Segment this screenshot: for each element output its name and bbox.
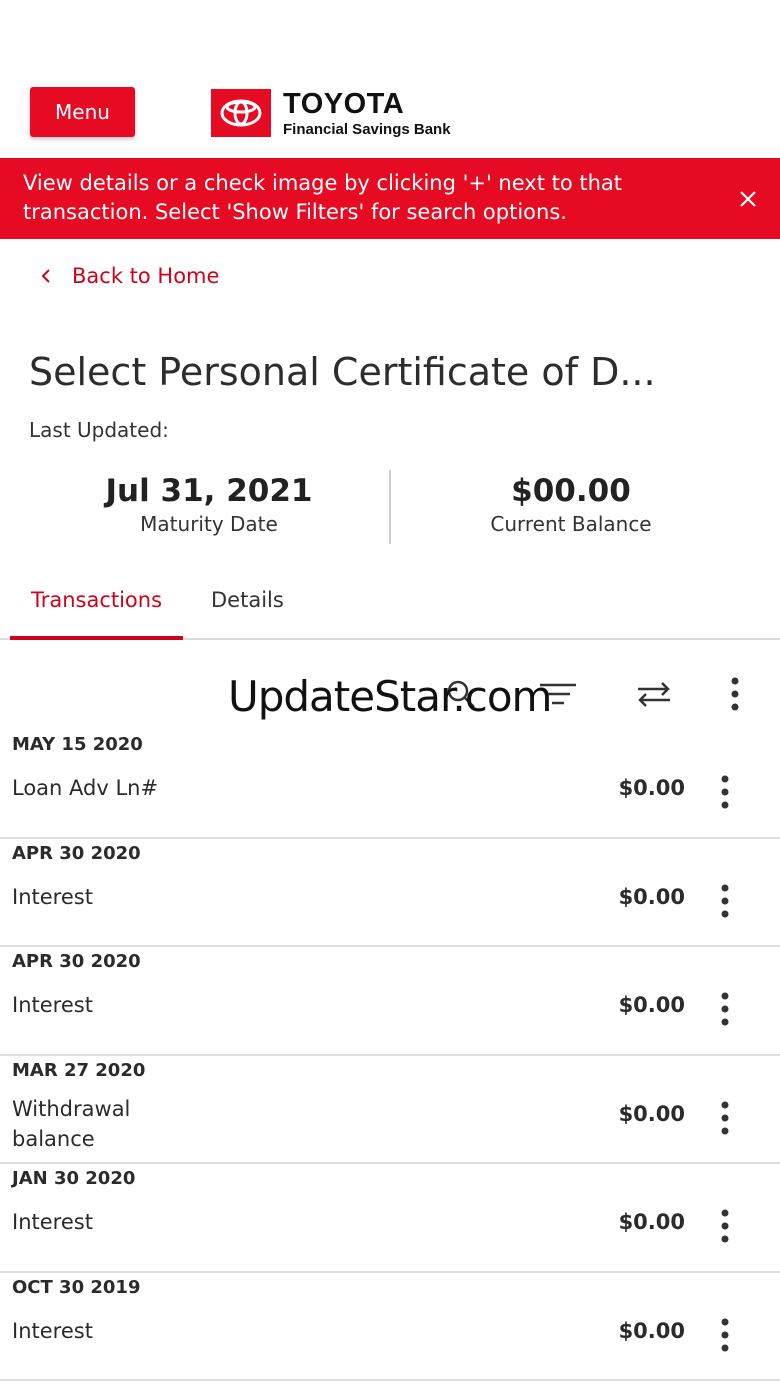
table-row[interactable]: MAR 27 2020 Withdrawal balance $0.00 <box>0 1056 780 1164</box>
current-balance-stat: $00.00 Current Balance <box>391 472 751 536</box>
transaction-description: Interest <box>12 1318 93 1343</box>
logo-brand-text: TOYOTA <box>283 87 405 120</box>
page-title: Select Personal Certificate of D... <box>29 350 656 394</box>
filter-icon[interactable] <box>538 674 578 714</box>
toyota-emblem-icon <box>211 89 271 137</box>
more-vertical-icon[interactable] <box>713 774 737 810</box>
maturity-date-value: Jul 31, 2021 <box>105 473 313 509</box>
table-row[interactable]: MAY 15 2020 Loan Adv Ln# $0.00 <box>0 730 780 839</box>
more-vertical-icon[interactable] <box>713 1208 737 1244</box>
transaction-date: JAN 30 2020 <box>12 1168 136 1189</box>
table-row[interactable]: JAN 30 2020 Interest $0.00 <box>0 1164 780 1273</box>
transactions-list: MAY 15 2020 Loan Adv Ln# $0.00 APR 30 20… <box>0 730 780 1381</box>
maturity-date-stat: Jul 31, 2021 Maturity Date <box>29 472 389 536</box>
transaction-amount: $0.00 <box>618 1318 685 1343</box>
more-vertical-icon[interactable] <box>713 1317 737 1353</box>
transfer-icon[interactable] <box>634 674 674 714</box>
tab-details[interactable]: Details <box>211 588 284 640</box>
maturity-date-label: Maturity Date <box>140 512 278 536</box>
tab-bar: Transactions Details <box>0 580 780 640</box>
transaction-amount: $0.00 <box>618 884 685 909</box>
more-vertical-icon[interactable] <box>715 674 755 714</box>
close-icon[interactable] <box>738 188 758 208</box>
transactions-toolbar <box>0 660 780 726</box>
transaction-amount: $0.00 <box>618 1101 685 1126</box>
more-vertical-icon[interactable] <box>713 883 737 919</box>
tab-transactions[interactable]: Transactions <box>10 588 183 640</box>
transaction-description: Interest <box>12 993 93 1017</box>
transaction-date: MAY 15 2020 <box>12 734 143 755</box>
transaction-date: MAR 27 2020 <box>12 1059 146 1081</box>
transaction-date: APR 30 2020 <box>12 842 141 864</box>
transaction-amount: $0.00 <box>618 1210 685 1234</box>
menu-button[interactable]: Menu <box>30 87 135 137</box>
transaction-description: Interest <box>12 1210 93 1234</box>
search-icon[interactable] <box>441 674 481 714</box>
transaction-description: Loan Adv Ln# <box>12 776 159 800</box>
info-banner: View details or a check image by clickin… <box>0 158 780 239</box>
bank-logo: TOYOTA Financial Savings Bank <box>211 88 451 138</box>
table-row[interactable]: APR 30 2020 Interest $0.00 <box>0 839 780 947</box>
more-vertical-icon[interactable] <box>713 1100 737 1136</box>
current-balance-label: Current Balance <box>490 512 652 536</box>
logo-subtitle: Financial Savings Bank <box>283 120 451 138</box>
more-vertical-icon[interactable] <box>713 991 737 1027</box>
back-to-home-link[interactable]: Back to Home <box>38 262 219 290</box>
app-header: Menu TOYOTA Financial Savings Bank <box>0 0 780 158</box>
transaction-date: OCT 30 2019 <box>12 1276 141 1298</box>
transaction-description: Withdrawal balance <box>12 1096 131 1151</box>
banner-message: View details or a check image by clickin… <box>23 171 623 224</box>
transaction-amount: $0.00 <box>618 993 685 1017</box>
current-balance-value: $00.00 <box>511 473 631 509</box>
transaction-date: APR 30 2020 <box>12 951 141 972</box>
last-updated-label: Last Updated: <box>29 418 169 442</box>
transaction-description: Interest <box>12 884 93 909</box>
table-row[interactable]: OCT 30 2019 Interest $0.00 <box>0 1273 780 1381</box>
transaction-amount: $0.00 <box>618 776 685 800</box>
table-row[interactable]: APR 30 2020 Interest $0.00 <box>0 947 780 1056</box>
back-link-label: Back to Home <box>72 264 220 288</box>
chevron-left-icon <box>41 269 50 283</box>
